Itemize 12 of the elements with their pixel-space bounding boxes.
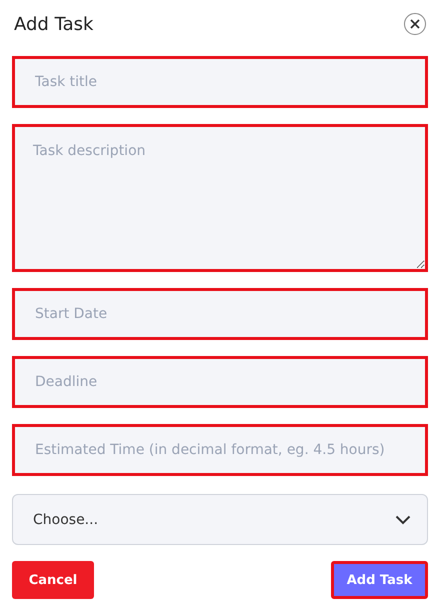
- input-field[interactable]: Start Date: [12, 288, 428, 340]
- input-field[interactable]: Deadline: [12, 356, 428, 408]
- close-button[interactable]: [404, 13, 426, 35]
- chevron-down-icon: [395, 514, 411, 524]
- select-dropdown[interactable]: Choose...: [12, 494, 428, 545]
- input-field[interactable]: Estimated Time (in decimal format, eg. 4.5 hours): [12, 424, 428, 476]
- dialog-title: Add Task: [14, 14, 94, 34]
- input-field[interactable]: Task title: [12, 56, 428, 108]
- add-task-button[interactable]: Add Task: [331, 561, 428, 599]
- cancel-button[interactable]: Cancel: [12, 561, 94, 599]
- close-icon: [410, 19, 420, 29]
- description-field[interactable]: Task description: [12, 124, 428, 272]
